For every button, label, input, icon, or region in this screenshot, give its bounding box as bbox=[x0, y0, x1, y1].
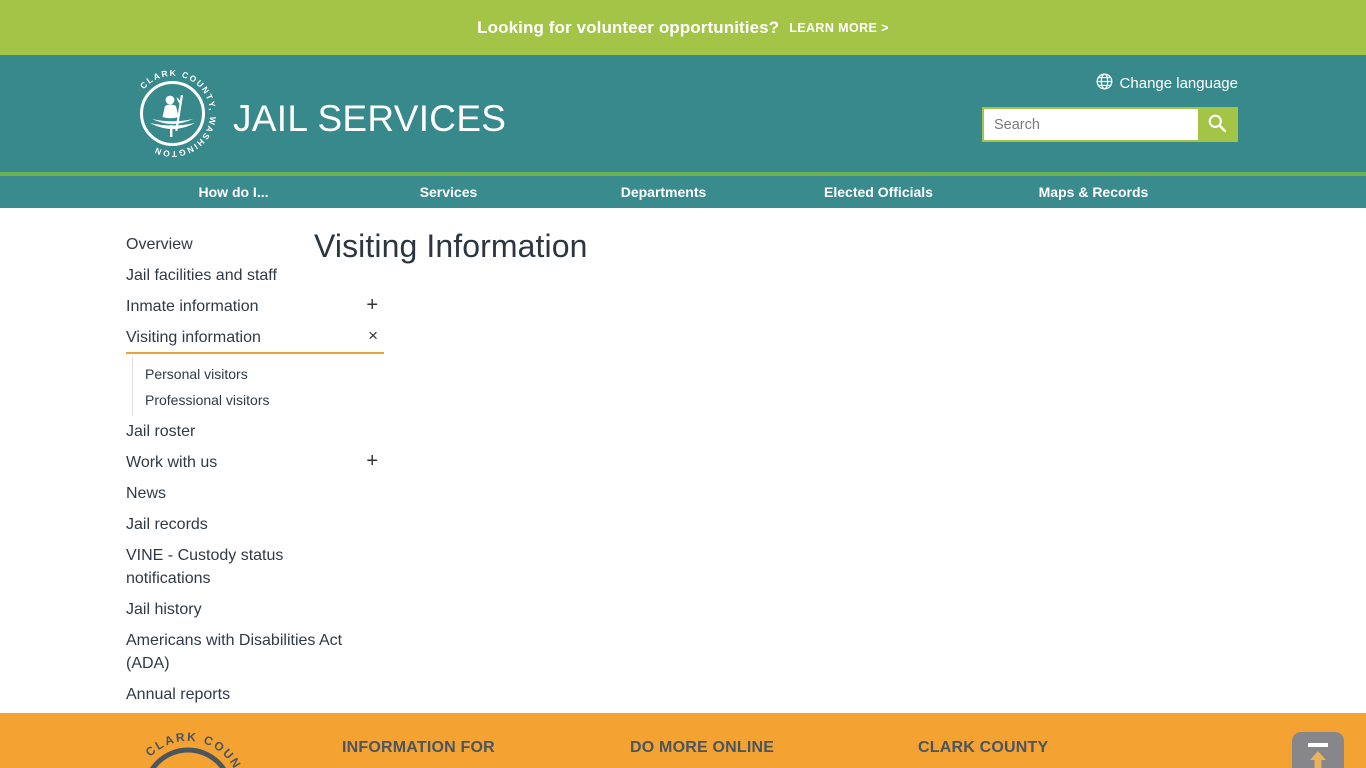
search-icon bbox=[1206, 112, 1228, 137]
sidebar-item-label: Inmate information bbox=[126, 298, 259, 315]
footer-clark-county-seal-icon: CLARK COUNTY, WASHINGTON bbox=[126, 727, 256, 768]
promo-banner: Looking for volunteer opportunities? LEA… bbox=[0, 0, 1366, 55]
globe-icon bbox=[1096, 73, 1113, 94]
back-to-top-button[interactable] bbox=[1292, 732, 1344, 768]
nav-item-elected-officials[interactable]: Elected Officials bbox=[771, 184, 986, 200]
clark-county-seal-icon: CLARK COUNTY, WASHINGTON bbox=[126, 67, 219, 160]
site-footer: CLARK COUNTY, WASHINGTON INFORMATION FOR… bbox=[0, 713, 1366, 768]
sidebar-item-label: Annual reports bbox=[126, 686, 231, 703]
change-language-button[interactable]: Change language bbox=[982, 73, 1238, 94]
nav-item-how-do-i[interactable]: How do I... bbox=[126, 184, 341, 200]
sidebar-item-label: Jail history bbox=[126, 601, 202, 618]
sidebar-item-label: Jail records bbox=[126, 516, 208, 533]
change-language-label: Change language bbox=[1119, 75, 1238, 92]
brand[interactable]: CLARK COUNTY, WASHINGTON JAIL SERVICES bbox=[126, 67, 506, 160]
nav-item-maps-records[interactable]: Maps & Records bbox=[986, 184, 1201, 200]
nav-item-services[interactable]: Services bbox=[341, 184, 556, 200]
sidebar-item-label: Overview bbox=[126, 236, 193, 253]
brand-title: JAIL SERVICES bbox=[233, 97, 507, 139]
arrow-up-icon bbox=[1303, 740, 1333, 768]
footer-column-title: INFORMATION FOR bbox=[342, 739, 495, 756]
footer-column-title: DO MORE ONLINE bbox=[630, 739, 775, 756]
sidebar-item-label: Jail facilities and staff bbox=[126, 267, 277, 284]
sidebar-subitem-professional-visitors[interactable]: Professional visitors bbox=[145, 387, 290, 413]
search-button[interactable] bbox=[1198, 109, 1236, 140]
footer-column-clark-county: CLARK COUNTY bbox=[918, 739, 1206, 768]
main-navigation: How do I... Services Departments Elected… bbox=[0, 176, 1366, 208]
sidebar-item-label: Work with us bbox=[126, 454, 218, 471]
footer-column-title: CLARK COUNTY bbox=[918, 739, 1049, 756]
sidebar-subitem-personal-visitors[interactable]: Personal visitors bbox=[145, 361, 290, 387]
main-content: Visiting Information bbox=[290, 208, 1366, 713]
search-bar bbox=[982, 107, 1238, 142]
page-title: Visiting Information bbox=[314, 228, 588, 264]
footer-columns: INFORMATION FOR DO MORE ONLINE CLARK COU… bbox=[256, 713, 1366, 768]
page-body: Overview Jail facilities and staff Inmat… bbox=[0, 208, 1366, 734]
footer-column-information-for: INFORMATION FOR bbox=[342, 739, 630, 768]
site-header: CLARK COUNTY, WASHINGTON JAIL SERVICES C… bbox=[0, 55, 1366, 176]
sidebar-item-label: Visiting information bbox=[126, 329, 261, 346]
header-utilities: Change language bbox=[982, 73, 1238, 142]
section-sidebar: Overview Jail facilities and staff Inmat… bbox=[0, 208, 384, 734]
sidebar-item-label: Jail roster bbox=[126, 423, 196, 440]
promo-learn-more-link[interactable]: LEARN MORE > bbox=[789, 21, 889, 35]
footer-column-do-more-online: DO MORE ONLINE bbox=[630, 739, 918, 768]
promo-text: Looking for volunteer opportunities? bbox=[477, 17, 780, 37]
sidebar-sublist-visiting-information: Personal visitors Professional visitors bbox=[132, 358, 290, 416]
search-input[interactable] bbox=[984, 109, 1198, 140]
sidebar-item-label: News bbox=[126, 485, 167, 502]
nav-item-departments[interactable]: Departments bbox=[556, 184, 771, 200]
